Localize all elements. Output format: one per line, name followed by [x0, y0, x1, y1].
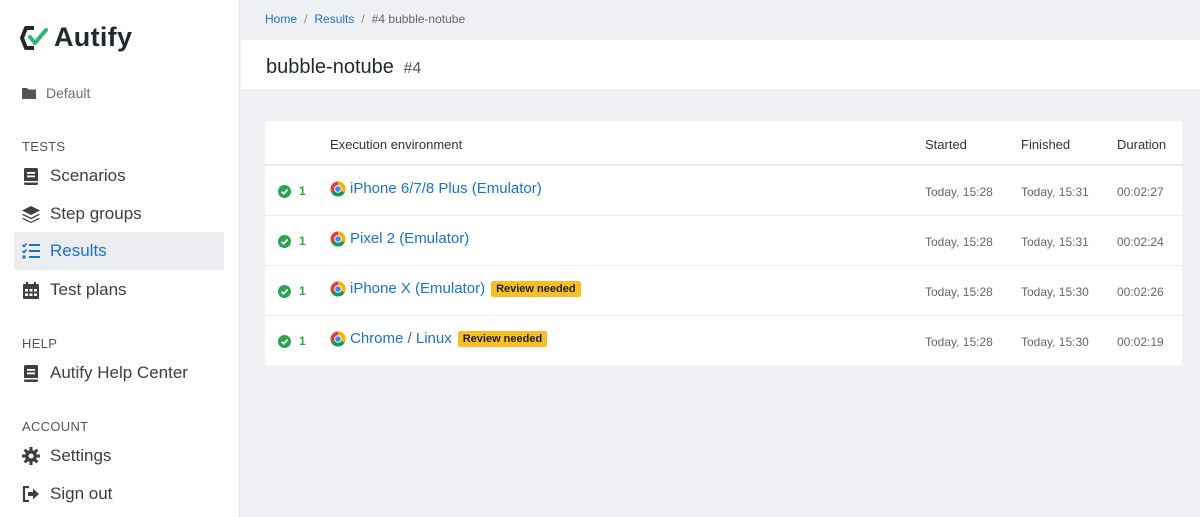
page-header: bubble-notube #4 [241, 40, 1200, 89]
page-title-text: bubble-notube [266, 56, 394, 78]
chrome-icon [330, 181, 346, 197]
breadcrumb-separator: / [304, 12, 308, 26]
status-indicator: 1 [278, 184, 306, 198]
environment-link[interactable]: iPhone X (Emulator) [350, 280, 485, 297]
results-table: Execution environment Started Finished D… [265, 121, 1182, 365]
column-header-duration: Duration [1117, 137, 1167, 152]
started-cell: Today, 15:28 [925, 185, 993, 199]
section-label-account: ACCOUNT [22, 419, 89, 434]
status-indicator: 1 [278, 234, 306, 248]
table-row[interactable]: 1 Chrome / Linux Review needed Today, 15… [265, 316, 1182, 366]
autify-logo-icon [20, 25, 48, 50]
table-row[interactable]: 1 iPhone 6/7/8 Plus (Emulator) Today, 15… [265, 166, 1182, 216]
workspace-selector[interactable]: Default [22, 85, 90, 101]
sidebar-item-sign-out[interactable]: Sign out [14, 475, 224, 513]
review-needed-badge: Review needed [491, 280, 581, 297]
sidebar-item-scenarios[interactable]: Scenarios [14, 157, 224, 195]
calendar-icon [22, 281, 40, 299]
sidebar-item-results[interactable]: Results [14, 232, 224, 270]
breadcrumb-results-link[interactable]: Results [314, 12, 354, 26]
sidebar-item-label: Autify Help Center [50, 363, 188, 382]
status-indicator: 1 [278, 334, 306, 348]
sidebar-item-settings[interactable]: Settings [14, 437, 224, 475]
column-header-started: Started [925, 137, 967, 152]
finished-cell: Today, 15:30 [1021, 285, 1089, 299]
folder-icon [22, 88, 36, 99]
check-circle-icon [278, 284, 291, 298]
started-cell: Today, 15:28 [925, 285, 993, 299]
autify-logo[interactable]: Autify [20, 22, 132, 53]
environment-cell: iPhone 6/7/8 Plus (Emulator) [330, 180, 542, 197]
table-row[interactable]: 1 iPhone X (Emulator) Review needed Toda… [265, 266, 1182, 316]
finished-cell: Today, 15:31 [1021, 185, 1089, 199]
sidebar-item-label: Results [50, 241, 107, 260]
finished-cell: Today, 15:31 [1021, 235, 1089, 249]
duration-cell: 00:02:19 [1117, 335, 1164, 349]
sidebar-item-test-plans[interactable]: Test plans [14, 271, 224, 309]
duration-cell: 00:02:27 [1117, 185, 1164, 199]
column-header-environment: Execution environment [330, 137, 463, 152]
logo-text: Autify [54, 22, 133, 52]
section-label-help: HELP [22, 336, 58, 351]
book-icon [22, 167, 40, 185]
page-title: bubble-notube #4 [266, 56, 421, 79]
finished-cell: Today, 15:30 [1021, 335, 1089, 349]
environment-cell: Chrome / Linux Review needed [330, 330, 548, 347]
sidebar: Autify Default TESTS Scenarios Step grou… [0, 0, 240, 517]
sign-out-icon [22, 485, 40, 503]
sidebar-item-label: Test plans [50, 280, 127, 299]
chrome-icon [330, 231, 346, 247]
status-count: 1 [299, 234, 306, 248]
check-circle-icon [278, 184, 291, 198]
sidebar-item-step-groups[interactable]: Step groups [14, 195, 224, 233]
environment-cell: iPhone X (Emulator) Review needed [330, 280, 581, 297]
book-icon [22, 364, 40, 382]
duration-cell: 00:02:24 [1117, 235, 1164, 249]
section-label-tests: TESTS [22, 139, 66, 154]
sidebar-item-label: Scenarios [50, 166, 126, 185]
status-count: 1 [299, 284, 306, 298]
environment-link[interactable]: Pixel 2 (Emulator) [350, 230, 469, 247]
workspace-name: Default [46, 85, 91, 101]
layers-icon [22, 205, 40, 223]
started-cell: Today, 15:28 [925, 235, 993, 249]
environment-link[interactable]: Chrome / Linux [350, 330, 452, 347]
chrome-icon [330, 331, 346, 347]
status-count: 1 [299, 334, 306, 348]
checklist-icon [22, 242, 40, 260]
review-needed-badge: Review needed [457, 330, 548, 347]
sidebar-item-label: Settings [50, 446, 112, 465]
gear-icon [22, 447, 40, 465]
breadcrumb-separator: / [361, 12, 365, 26]
sidebar-item-label: Step groups [50, 204, 142, 223]
duration-cell: 00:02:26 [1117, 285, 1164, 299]
check-circle-icon [278, 234, 291, 248]
breadcrumb-current: #4 bubble-notube [371, 12, 466, 26]
table-row[interactable]: 1 Pixel 2 (Emulator) Today, 15:28 Today,… [265, 216, 1182, 266]
sidebar-item-label: Sign out [50, 484, 113, 503]
breadcrumb: Home / Results / #4 bubble-notube [265, 12, 465, 26]
check-circle-icon [278, 334, 291, 348]
status-count: 1 [299, 184, 306, 198]
chrome-icon [330, 281, 346, 297]
environment-link[interactable]: iPhone 6/7/8 Plus (Emulator) [350, 180, 542, 197]
sidebar-item-help-center[interactable]: Autify Help Center [14, 354, 224, 392]
page-title-number: #4 [403, 60, 422, 77]
breadcrumb-home-link[interactable]: Home [265, 12, 297, 26]
column-header-finished: Finished [1021, 137, 1071, 152]
status-indicator: 1 [278, 284, 306, 298]
started-cell: Today, 15:28 [925, 335, 993, 349]
environment-cell: Pixel 2 (Emulator) [330, 230, 469, 247]
